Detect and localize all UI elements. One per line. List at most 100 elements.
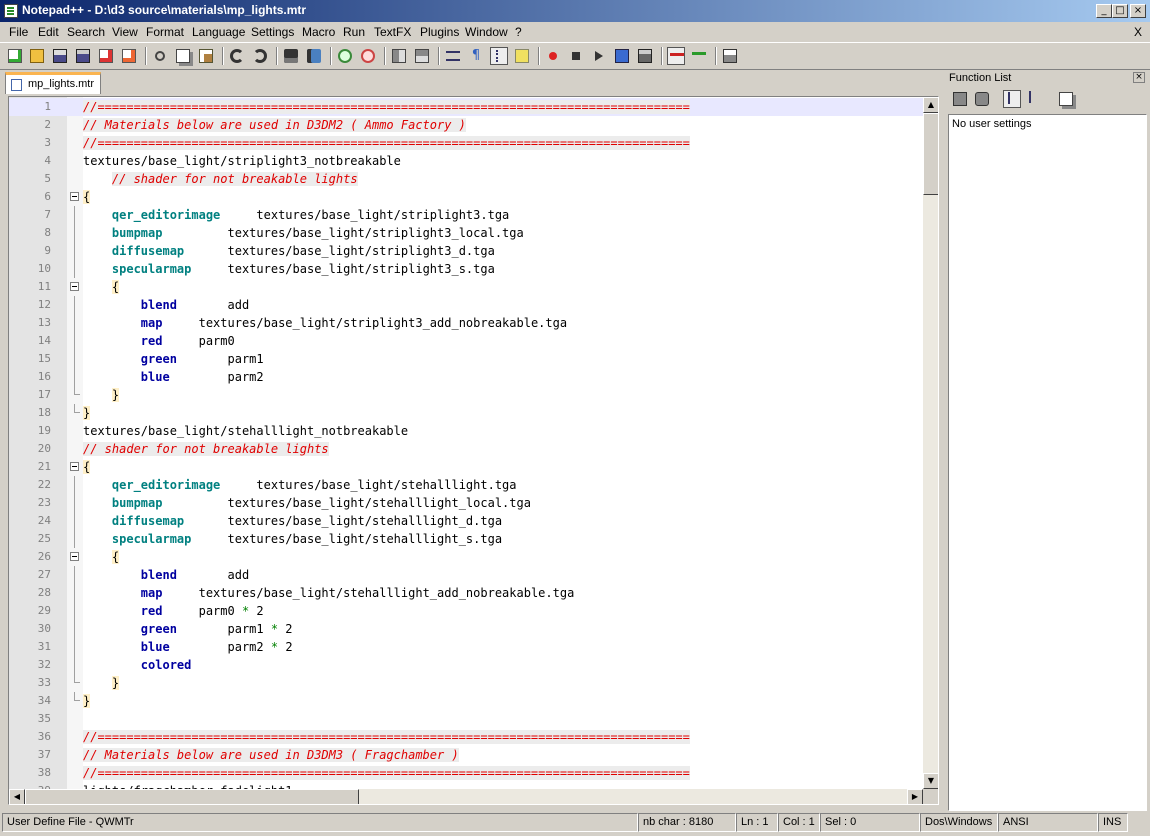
menu-help[interactable]: ? — [515, 25, 522, 39]
code-line[interactable]: 22 qer_editorimage textures/base_light/s… — [9, 476, 923, 494]
copy-icon[interactable] — [174, 47, 192, 65]
spell-check-icon[interactable] — [667, 47, 685, 65]
sort-descending-icon[interactable] — [1025, 90, 1043, 108]
scroll-left-button[interactable]: ◀ — [9, 789, 25, 804]
sync-vertical-icon[interactable] — [390, 47, 408, 65]
horizontal-scroll-thumb[interactable] — [25, 789, 359, 804]
maximize-button[interactable]: □ — [1112, 4, 1128, 18]
code-line[interactable]: 13 map textures/base_light/striplight3_a… — [9, 314, 923, 332]
playback-icon[interactable] — [590, 47, 608, 65]
menu-textfx[interactable]: TextFX — [374, 25, 411, 39]
tab-mp-lights[interactable]: mp_lights.mtr — [5, 72, 101, 94]
code-line[interactable]: 18} — [9, 404, 923, 422]
status-insert-mode[interactable]: INS — [1098, 813, 1128, 832]
scroll-down-button[interactable]: ▼ — [923, 773, 938, 789]
undo-icon[interactable] — [228, 47, 246, 65]
code-line[interactable]: 8 bumpmap textures/base_light/striplight… — [9, 224, 923, 242]
fold-toggle-icon[interactable] — [70, 552, 79, 561]
code-line[interactable]: 25 specularmap textures/base_light/steha… — [9, 530, 923, 548]
save-icon[interactable] — [51, 47, 69, 65]
code-line[interactable]: 20 // shader for not breakable lights — [9, 440, 923, 458]
menu-settings[interactable]: Settings — [251, 25, 294, 39]
code-line[interactable]: 7 qer_editorimage textures/base_light/st… — [9, 206, 923, 224]
redo-icon[interactable] — [251, 47, 269, 65]
paste-icon[interactable] — [197, 47, 215, 65]
menu-language[interactable]: Language — [192, 25, 245, 39]
vertical-scroll-thumb[interactable] — [923, 113, 938, 195]
code-line[interactable]: 16 blue parm2 — [9, 368, 923, 386]
reload-icon[interactable] — [951, 90, 969, 108]
code-line[interactable]: 37 // Materials below are used in D3DM3 (… — [9, 746, 923, 764]
show-all-chars-icon[interactable]: ¶ — [467, 47, 485, 65]
stop-record-icon[interactable] — [567, 47, 585, 65]
sort-ascending-icon[interactable] — [1003, 90, 1021, 108]
menu-edit[interactable]: Edit — [38, 25, 59, 39]
code-editor[interactable]: 1 //=====================================… — [8, 96, 939, 805]
sync-horizontal-icon[interactable] — [413, 47, 431, 65]
code-line[interactable]: 5 // shader for not breakable lights — [9, 170, 923, 188]
code-line[interactable]: 38 //====================================… — [9, 764, 923, 782]
zoom-out-icon[interactable] — [359, 47, 377, 65]
title-bar[interactable]: Notepad++ - D:\d3 source\materials\mp_li… — [0, 0, 1150, 22]
close-document-button[interactable]: X — [1134, 25, 1142, 39]
new-file-icon[interactable] — [6, 47, 24, 65]
code-line[interactable]: 2 // Materials below are used in D3DM2 ( … — [9, 116, 923, 134]
print-icon[interactable] — [721, 47, 739, 65]
fold-toggle-icon[interactable] — [70, 192, 79, 201]
code-line[interactable]: 23 bumpmap textures/base_light/stehallli… — [9, 494, 923, 512]
code-line[interactable]: 39 lights/fragchamber_fadelight1 — [9, 782, 923, 789]
close-icon[interactable] — [97, 47, 115, 65]
menu-view[interactable]: View — [112, 25, 138, 39]
fold-toggle-icon[interactable] — [70, 282, 79, 291]
code-line[interactable]: 27 blend add — [9, 566, 923, 584]
save-macro-icon[interactable] — [636, 47, 654, 65]
vertical-scrollbar[interactable] — [923, 97, 938, 789]
menu-run[interactable]: Run — [343, 25, 365, 39]
indent-guide-icon[interactable] — [490, 47, 508, 65]
code-line[interactable]: 33 } — [9, 674, 923, 692]
code-line[interactable]: 11 { — [9, 278, 923, 296]
close-all-icon[interactable] — [120, 47, 138, 65]
code-line[interactable]: 4 textures/base_light/striplight3_notbrea… — [9, 152, 923, 170]
scroll-up-button[interactable]: ▲ — [923, 97, 938, 113]
code-line[interactable]: 14 red parm0 — [9, 332, 923, 350]
function-list-close-button[interactable]: × — [1133, 72, 1145, 83]
function-list-tree[interactable]: No user settings — [948, 114, 1147, 811]
code-line[interactable]: 26 { — [9, 548, 923, 566]
search-function-icon[interactable] — [973, 90, 991, 108]
record-macro-icon[interactable] — [544, 47, 562, 65]
code-line[interactable]: 1 //=====================================… — [9, 98, 923, 116]
code-line[interactable]: 36 //====================================… — [9, 728, 923, 746]
menu-format[interactable]: Format — [146, 25, 184, 39]
menu-file[interactable]: File — [9, 25, 28, 39]
code-line[interactable]: 24 diffusemap textures/base_light/stehal… — [9, 512, 923, 530]
code-line[interactable]: 32 colored — [9, 656, 923, 674]
menu-macro[interactable]: Macro — [302, 25, 335, 39]
code-line[interactable]: 30 green parm1 * 2 — [9, 620, 923, 638]
cut-icon[interactable] — [151, 47, 169, 65]
code-line[interactable]: 21 { — [9, 458, 923, 476]
code-line[interactable]: 31 blue parm2 * 2 — [9, 638, 923, 656]
find-icon[interactable] — [282, 47, 300, 65]
run-macro-multiple-icon[interactable] — [613, 47, 631, 65]
code-line[interactable]: 3 //=====================================… — [9, 134, 923, 152]
code-line[interactable]: 35 — [9, 710, 923, 728]
spell-check-auto-icon[interactable] — [690, 47, 708, 65]
code-line[interactable]: 12 blend add — [9, 296, 923, 314]
code-line[interactable]: 34} — [9, 692, 923, 710]
code-line[interactable]: 10 specularmap textures/base_light/strip… — [9, 260, 923, 278]
menu-search[interactable]: Search — [67, 25, 105, 39]
scroll-right-button[interactable]: ▶ — [907, 789, 923, 804]
fold-toggle-icon[interactable] — [70, 462, 79, 471]
code-line[interactable]: 17 } — [9, 386, 923, 404]
code-line[interactable]: 15 green parm1 — [9, 350, 923, 368]
menu-plugins[interactable]: Plugins — [420, 25, 459, 39]
menu-window[interactable]: Window — [465, 25, 508, 39]
status-encoding[interactable]: ANSI — [998, 813, 1098, 832]
zoom-in-icon[interactable] — [336, 47, 354, 65]
code-line[interactable]: 19 textures/base_light/stehalllight_notbr… — [9, 422, 923, 440]
save-all-icon[interactable] — [74, 47, 92, 65]
close-window-button[interactable]: × — [1130, 4, 1146, 18]
code-lines[interactable]: 1 //=====================================… — [9, 97, 923, 789]
code-line[interactable]: 28 map textures/base_light/stehalllight_… — [9, 584, 923, 602]
